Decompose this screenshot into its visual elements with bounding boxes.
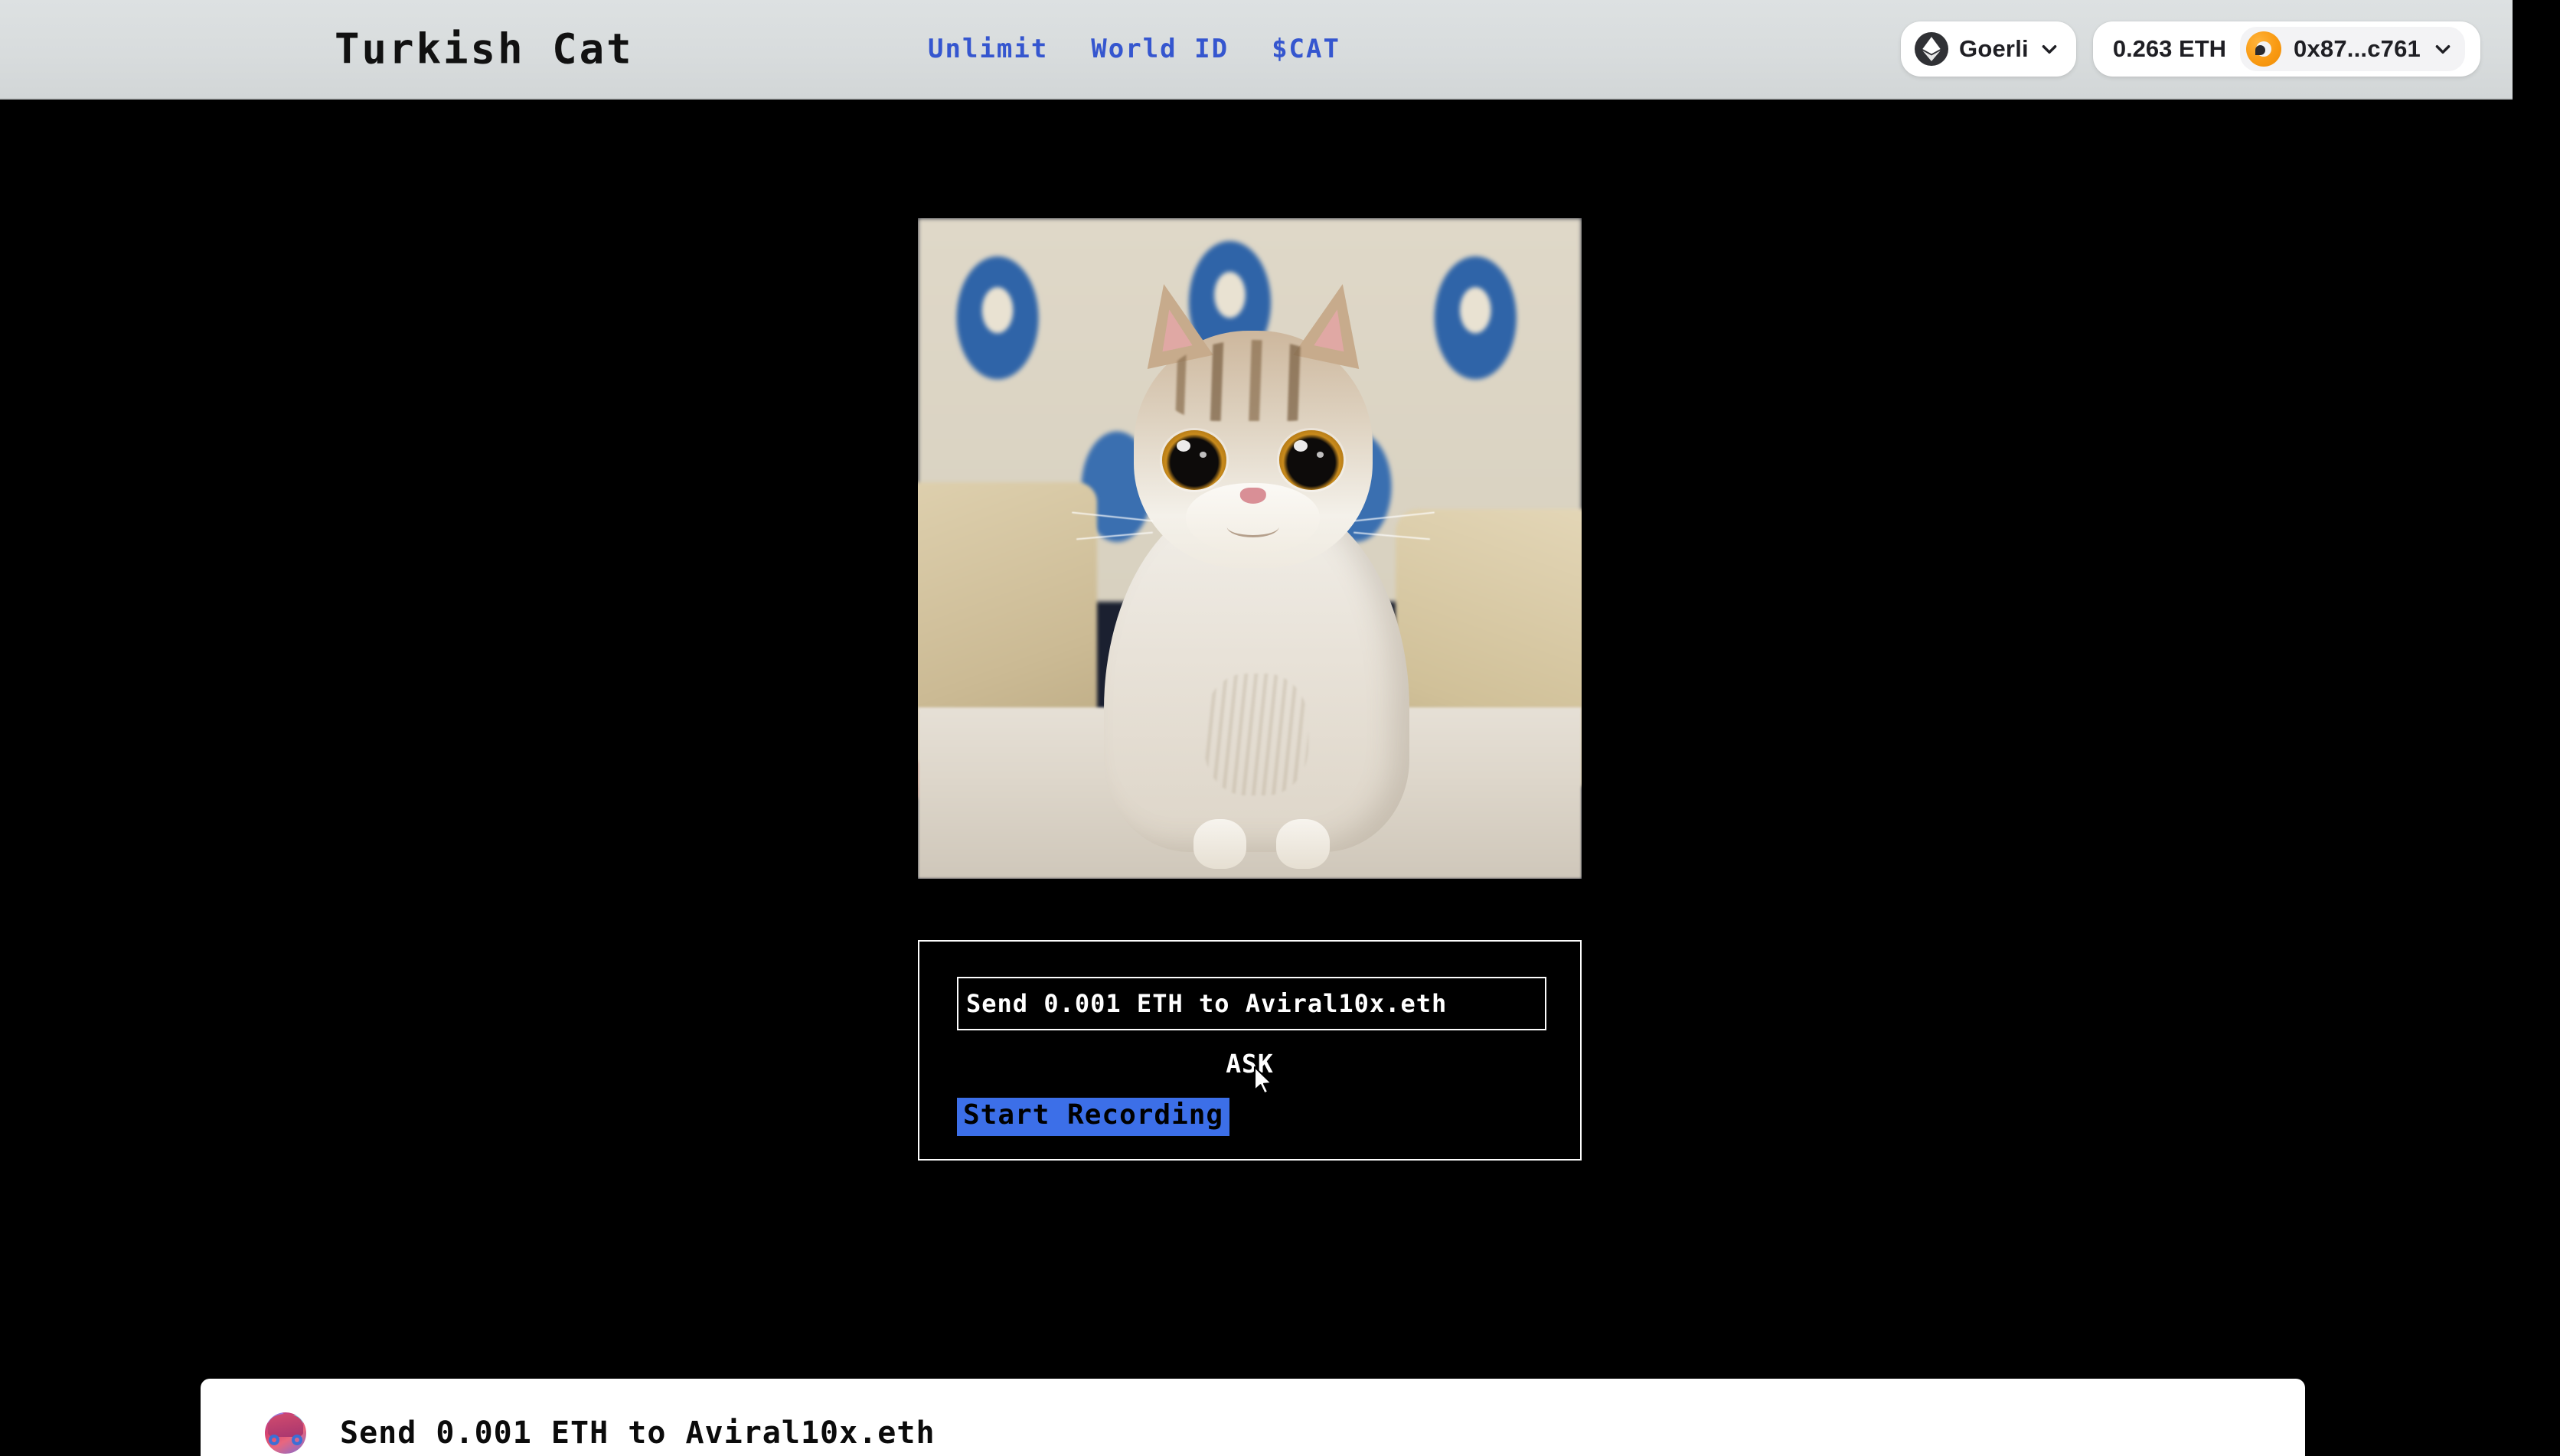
start-recording-button[interactable]: Start Recording — [957, 1098, 1230, 1136]
cat-mouth — [1226, 516, 1280, 537]
transcript-card: Send 0.001 ETH to Aviral10x.eth — [201, 1379, 2305, 1456]
nav-link-unlimit[interactable]: Unlimit — [928, 34, 1048, 64]
turkish-cat-image — [918, 218, 1582, 879]
main-nav: Unlimit World ID $CAT — [928, 34, 1340, 64]
command-input[interactable] — [957, 977, 1546, 1030]
account-widget[interactable]: 0.263 ETH 0x87...c761 — [2092, 21, 2480, 77]
cat-head — [1071, 276, 1435, 569]
cat-illustration — [918, 218, 1582, 879]
cat-eye-right — [1279, 430, 1344, 490]
cat-paw-left — [1193, 819, 1247, 870]
cat-nose — [1239, 487, 1266, 504]
account-avatar-icon — [2246, 31, 2282, 67]
cat-chest-fur — [1204, 674, 1308, 795]
chevron-down-icon — [2042, 45, 2057, 54]
network-label: Goerli — [1959, 35, 2029, 62]
cat-eye-left — [1162, 430, 1227, 490]
ethereum-icon — [1915, 32, 1949, 66]
ask-button[interactable]: ASK — [1204, 1049, 1296, 1079]
command-panel: ASK Start Recording — [918, 940, 1582, 1161]
chevron-down-icon — [2435, 45, 2451, 54]
network-selector-button[interactable]: Goerli — [1901, 21, 2076, 77]
page-root: Turkish Cat Unlimit World ID $CAT Goerli — [0, 0, 2560, 1456]
transcript-message-text: Send 0.001 ETH to Aviral10x.eth — [340, 1415, 936, 1451]
user-avatar-icon — [265, 1412, 306, 1454]
transcript-message-row: Send 0.001 ETH to Aviral10x.eth — [265, 1410, 936, 1456]
cat-paw-right — [1276, 819, 1330, 870]
wallet-address: 0x87...c761 — [2294, 35, 2421, 62]
account-address-button[interactable]: 0x87...c761 — [2240, 27, 2465, 71]
cat-forehead-stripes — [1167, 340, 1340, 421]
site-header: Turkish Cat Unlimit World ID $CAT Goerli — [0, 0, 2513, 100]
page-title: Turkish Cat — [335, 24, 634, 73]
wallet-balance: 0.263 ETH — [2112, 35, 2227, 62]
wallet-controls: Goerli 0.263 ETH 0x87...c761 — [1901, 21, 2480, 77]
nav-link-world-id[interactable]: World ID — [1091, 34, 1229, 64]
nav-link-cat-token[interactable]: $CAT — [1272, 34, 1340, 64]
